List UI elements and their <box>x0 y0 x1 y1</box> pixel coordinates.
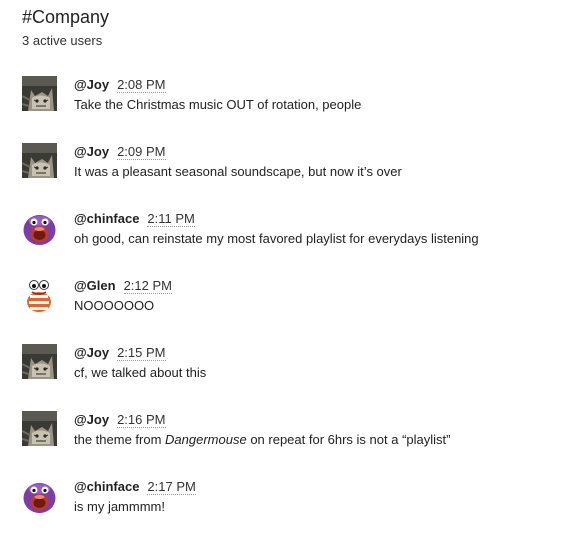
timestamp[interactable]: 2:09 PM <box>117 144 166 160</box>
timestamp[interactable]: 2:17 PM <box>147 479 196 495</box>
channel-title: #Company <box>22 7 110 27</box>
message-body: @chinface 2:11 PM oh good, can reinstate … <box>74 210 479 247</box>
message-meta: @Glen 2:12 PM <box>74 277 172 294</box>
message-meta: @chinface 2:17 PM <box>74 478 196 495</box>
message-text-italic: Dangermouse <box>165 432 247 447</box>
cat-avatar-icon[interactable] <box>22 344 57 379</box>
message-body: @chinface 2:17 PM is my jammmm! <box>74 478 196 515</box>
message-list: @Joy 2:08 PM Take the Christmas music OUT… <box>22 74 542 543</box>
timestamp[interactable]: 2:11 PM <box>147 211 195 227</box>
active-users-count: 3 active users <box>22 33 103 48</box>
message-meta: @Joy 2:08 PM <box>74 76 361 93</box>
message-body: @Joy 2:15 PM cf, we talked about this <box>74 344 206 381</box>
message-item: @Joy 2:15 PM cf, we talked about this <box>22 342 542 409</box>
message-item: @Glen 2:12 PM NOOOOOOO <box>22 275 542 342</box>
channel-header: #Company 3 active users <box>22 6 109 49</box>
cat-avatar-icon[interactable] <box>22 76 57 111</box>
username[interactable]: @Joy <box>74 144 109 159</box>
message-body: @Joy 2:09 PM It was a pleasant seasonal s… <box>74 143 402 180</box>
message-text-part: the theme from <box>74 432 166 447</box>
username[interactable]: @Joy <box>74 412 109 427</box>
message-body: @Joy 2:16 PM the theme from Dangermouse o… <box>74 411 450 448</box>
message-text: Take the Christmas music OUT of rotation… <box>74 97 362 112</box>
message-text: oh good, can reinstate my most favored p… <box>74 231 479 246</box>
message-meta: @chinface 2:11 PM <box>74 210 479 227</box>
message-text: is my jammmm! <box>74 499 165 514</box>
purple-creature-avatar-icon[interactable] <box>22 210 57 245</box>
username[interactable]: @chinface <box>74 479 139 494</box>
message-meta: @Joy 2:16 PM <box>74 411 450 428</box>
timestamp[interactable]: 2:15 PM <box>117 345 166 361</box>
username[interactable]: @Joy <box>74 77 109 92</box>
message-meta: @Joy 2:09 PM <box>74 143 402 160</box>
message-item: @Joy 2:08 PM Take the Christmas music OUT… <box>22 74 542 141</box>
message-body: @Glen 2:12 PM NOOOOOOO <box>74 277 172 314</box>
message-item: @chinface 2:11 PM oh good, can reinstate … <box>22 208 542 275</box>
purple-creature-avatar-icon[interactable] <box>22 478 57 513</box>
message-item: @Joy 2:09 PM It was a pleasant seasonal s… <box>22 141 542 208</box>
message-text: cf, we talked about this <box>74 365 207 380</box>
timestamp[interactable]: 2:12 PM <box>123 278 172 294</box>
message-text-part: on repeat for 6hrs is not a “playlist” <box>246 432 451 447</box>
username[interactable]: @Glen <box>74 278 116 293</box>
timestamp[interactable]: 2:08 PM <box>117 77 166 93</box>
message-meta: @Joy 2:15 PM <box>74 344 206 361</box>
cat-avatar-icon[interactable] <box>22 143 57 178</box>
message-text: the theme from Dangermouse on repeat for… <box>74 431 450 448</box>
message-item: @Joy 2:16 PM the theme from Dangermouse o… <box>22 409 542 476</box>
message-text: It was a pleasant seasonal soundscape, b… <box>74 164 402 179</box>
message-item: @chinface 2:17 PM is my jammmm! <box>22 476 542 543</box>
username[interactable]: @Joy <box>74 345 109 360</box>
message-body: @Joy 2:08 PM Take the Christmas music OUT… <box>74 76 361 113</box>
username[interactable]: @chinface <box>74 211 139 226</box>
timestamp[interactable]: 2:16 PM <box>117 412 166 428</box>
cat-avatar-icon[interactable] <box>22 411 57 446</box>
message-text: NOOOOOOO <box>74 298 155 313</box>
orange-character-avatar-icon[interactable] <box>22 277 57 312</box>
